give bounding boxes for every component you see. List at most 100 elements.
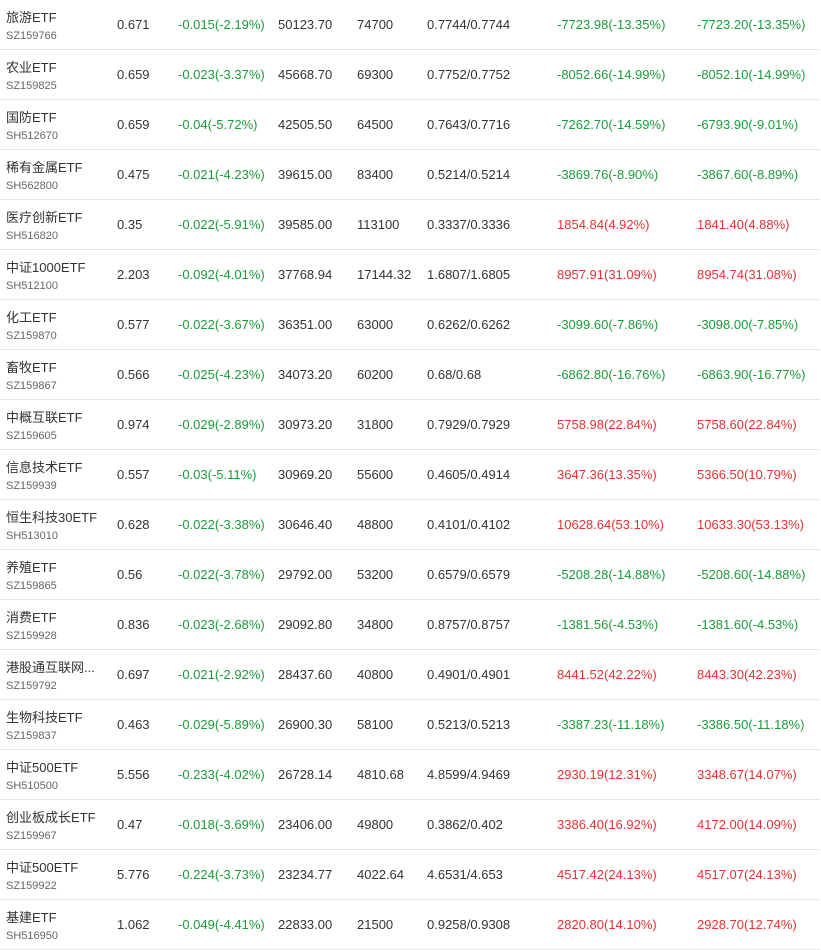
- total-pl: 2928.70(12.74%): [697, 917, 797, 932]
- holding-shares: 4810.68: [357, 767, 404, 782]
- fund-name-cell[interactable]: 国防ETF SH512670: [6, 100, 106, 149]
- fund-name-cell[interactable]: 恒生科技30ETF SH513010: [6, 500, 106, 549]
- cost-price: 0.3862/0.402: [427, 817, 503, 832]
- table-row[interactable]: 恒生科技30ETF SH513010 0.628 -0.022(-3.38%) 3064…: [0, 500, 820, 550]
- fund-name-cell[interactable]: 中概互联ETF SZ159605: [6, 400, 106, 449]
- fund-name-cell[interactable]: 港股通互联网... SZ159792: [6, 650, 106, 699]
- fund-name[interactable]: 旅游ETF: [6, 7, 57, 26]
- market-value: 26728.14: [278, 767, 333, 782]
- holding-shares: 58100: [357, 717, 394, 732]
- floating-pl: 3386.40(16.92%): [557, 817, 657, 832]
- cost-price: 0.5213/0.5213: [427, 717, 511, 732]
- fund-name[interactable]: 生物科技ETF: [6, 707, 83, 726]
- fund-name[interactable]: 医疗创新ETF: [6, 207, 83, 226]
- fund-name[interactable]: 中证1000ETF: [6, 257, 85, 276]
- fund-name[interactable]: 信息技术ETF: [6, 457, 83, 476]
- fund-code: SZ159865: [6, 580, 57, 592]
- total-pl: 4172.00(14.09%): [697, 817, 797, 832]
- fund-name-cell[interactable]: 中证500ETF SZ159922: [6, 850, 106, 899]
- holding-shares: 21500: [357, 917, 394, 932]
- price-change: -0.092(-4.01%): [178, 267, 265, 282]
- table-row[interactable]: 医疗创新ETF SH516820 0.35 -0.022(-5.91%) 39585.0…: [0, 200, 820, 250]
- cost-price: 1.6807/1.6805: [427, 267, 511, 282]
- total-pl: 8443.30(42.23%): [697, 667, 797, 682]
- table-row[interactable]: 信息技术ETF SZ159939 0.557 -0.03(-5.11%) 30969.2…: [0, 450, 820, 500]
- fund-code: SZ159939: [6, 480, 57, 492]
- fund-name[interactable]: 中证500ETF: [6, 857, 78, 876]
- fund-code: SZ159967: [6, 830, 57, 842]
- market-value: 36351.00: [278, 317, 333, 332]
- table-row[interactable]: 稀有金属ETF SH562800 0.475 -0.021(-4.23%) 39615.…: [0, 150, 820, 200]
- fund-name[interactable]: 中证500ETF: [6, 757, 78, 776]
- fund-name-cell[interactable]: 畜牧ETF SZ159867: [6, 350, 106, 399]
- total-pl: 4517.07(24.13%): [697, 867, 797, 882]
- cost-price: 0.4901/0.4901: [427, 667, 511, 682]
- cost-price: 0.7744/0.7744: [427, 17, 511, 32]
- market-value: 34073.20: [278, 367, 333, 382]
- fund-name[interactable]: 畜牧ETF: [6, 357, 57, 376]
- fund-name-cell[interactable]: 化工ETF SZ159870: [6, 300, 106, 349]
- fund-name[interactable]: 创业板成长ETF: [6, 807, 96, 826]
- fund-name-cell[interactable]: 中证1000ETF SH512100: [6, 250, 106, 299]
- fund-name[interactable]: 恒生科技30ETF: [6, 507, 97, 526]
- fund-code: SZ159792: [6, 680, 57, 692]
- table-row[interactable]: 化工ETF SZ159870 0.577 -0.022(-3.67%) 36351.00…: [0, 300, 820, 350]
- fund-code: SZ159837: [6, 730, 57, 742]
- table-row[interactable]: 中概互联ETF SZ159605 0.974 -0.029(-2.89%) 30973.…: [0, 400, 820, 450]
- table-row[interactable]: 创业板成长ETF SZ159967 0.47 -0.018(-3.69%) 23406.…: [0, 800, 820, 850]
- fund-name[interactable]: 养殖ETF: [6, 557, 57, 576]
- cost-price: 0.3337/0.3336: [427, 217, 511, 232]
- fund-name-cell[interactable]: 稀有金属ETF SH562800: [6, 150, 106, 199]
- fund-name[interactable]: 稀有金属ETF: [6, 157, 83, 176]
- total-pl: 5366.50(10.79%): [697, 467, 797, 482]
- price-change: -0.029(-5.89%): [178, 717, 265, 732]
- total-pl: 8954.74(31.08%): [697, 267, 797, 282]
- fund-name[interactable]: 化工ETF: [6, 307, 57, 326]
- price-change: -0.025(-4.23%): [178, 367, 265, 382]
- fund-name-cell[interactable]: 养殖ETF SZ159865: [6, 550, 106, 599]
- table-row[interactable]: 港股通互联网... SZ159792 0.697 -0.021(-2.92%) 2843…: [0, 650, 820, 700]
- current-price: 1.062: [117, 917, 150, 932]
- fund-name[interactable]: 消费ETF: [6, 607, 57, 626]
- fund-name-cell[interactable]: 医疗创新ETF SH516820: [6, 200, 106, 249]
- fund-name-cell[interactable]: 基建ETF SH516950: [6, 900, 106, 949]
- current-price: 0.463: [117, 717, 150, 732]
- fund-name[interactable]: 国防ETF: [6, 107, 57, 126]
- table-row[interactable]: 农业ETF SZ159825 0.659 -0.023(-3.37%) 45668.70…: [0, 50, 820, 100]
- table-row[interactable]: 国防ETF SH512670 0.659 -0.04(-5.72%) 42505.50 6…: [0, 100, 820, 150]
- table-row[interactable]: 中证500ETF SZ159922 5.776 -0.224(-3.73%) 23234…: [0, 850, 820, 900]
- current-price: 5.776: [117, 867, 150, 882]
- fund-name-cell[interactable]: 农业ETF SZ159825: [6, 50, 106, 99]
- table-row[interactable]: 中证500ETF SH510500 5.556 -0.233(-4.02%) 26728…: [0, 750, 820, 800]
- fund-name-cell[interactable]: 创业板成长ETF SZ159967: [6, 800, 106, 849]
- cost-price: 0.6262/0.6262: [427, 317, 511, 332]
- current-price: 5.556: [117, 767, 150, 782]
- floating-pl: -3099.60(-7.86%): [557, 317, 659, 332]
- holding-shares: 63000: [357, 317, 394, 332]
- table-row[interactable]: 畜牧ETF SZ159867 0.566 -0.025(-4.23%) 34073.20…: [0, 350, 820, 400]
- table-row[interactable]: 中证1000ETF SH512100 2.203 -0.092(-4.01%) 3776…: [0, 250, 820, 300]
- fund-name-cell[interactable]: 信息技术ETF SZ159939: [6, 450, 106, 499]
- fund-name[interactable]: 中概互联ETF: [6, 407, 83, 426]
- table-row[interactable]: 生物科技ETF SZ159837 0.463 -0.029(-5.89%) 26900.…: [0, 700, 820, 750]
- fund-name[interactable]: 港股通互联网...: [6, 657, 95, 676]
- floating-pl: -7723.98(-13.35%): [557, 17, 666, 32]
- table-row[interactable]: 养殖ETF SZ159865 0.56 -0.022(-3.78%) 29792.00 5…: [0, 550, 820, 600]
- cost-price: 0.68/0.68: [427, 367, 482, 382]
- fund-name-cell[interactable]: 生物科技ETF SZ159837: [6, 700, 106, 749]
- table-row[interactable]: 基建ETF SH516950 1.062 -0.049(-4.41%) 22833.00…: [0, 900, 820, 950]
- fund-name-cell[interactable]: 中证500ETF SH510500: [6, 750, 106, 799]
- fund-name[interactable]: 农业ETF: [6, 57, 57, 76]
- fund-name[interactable]: 基建ETF: [6, 907, 57, 926]
- market-value: 26900.30: [278, 717, 333, 732]
- floating-pl: -8052.66(-14.99%): [557, 67, 666, 82]
- fund-name-cell[interactable]: 旅游ETF SZ159766: [6, 0, 106, 49]
- current-price: 0.659: [117, 67, 150, 82]
- table-row[interactable]: 消费ETF SZ159928 0.836 -0.023(-2.68%) 29092.80…: [0, 600, 820, 650]
- holding-shares: 31800: [357, 417, 394, 432]
- price-change: -0.029(-2.89%): [178, 417, 265, 432]
- fund-name-cell[interactable]: 消费ETF SZ159928: [6, 600, 106, 649]
- cost-price: 0.7752/0.7752: [427, 67, 511, 82]
- floating-pl: 8957.91(31.09%): [557, 267, 657, 282]
- table-row[interactable]: 旅游ETF SZ159766 0.671 -0.015(-2.19%) 50123.70…: [0, 0, 820, 50]
